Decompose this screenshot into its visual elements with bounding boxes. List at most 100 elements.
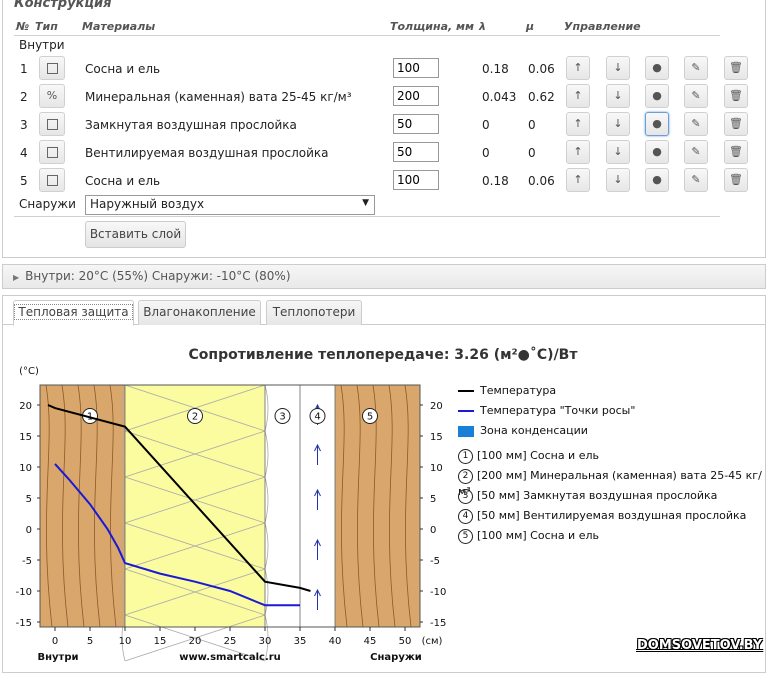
layer-type-button[interactable]: [39, 112, 65, 136]
legend-condensation-swatch: [458, 425, 474, 437]
pencil-icon: ✎: [691, 89, 701, 102]
tab-label: Тепловая защита: [14, 304, 133, 320]
move-up-button[interactable]: ↑: [566, 140, 590, 164]
legend-layer-text: [100 мм] Сосна и ель: [477, 529, 599, 542]
layer-type-button[interactable]: [39, 140, 65, 164]
dot-icon: ●: [652, 89, 662, 102]
tab-moisture[interactable]: Влагонакопление: [138, 300, 261, 325]
lambda-value: 0: [482, 146, 490, 160]
conditions-text: Внутри: 20°C (55%) Снаружи: -10°C (80%): [25, 269, 291, 283]
layer-type-button[interactable]: [39, 56, 65, 80]
material-name: Вентилируемая воздушная прослойка: [85, 146, 329, 160]
move-up-button[interactable]: ↑: [566, 168, 590, 192]
point-button[interactable]: ●: [645, 84, 669, 108]
material-name: Замкнутая воздушная прослойка: [85, 118, 297, 132]
trash-icon: 🗑: [729, 117, 743, 130]
trash-icon: 🗑: [729, 145, 743, 158]
move-down-button[interactable]: ↓: [606, 56, 630, 80]
trash-icon: 🗑: [729, 61, 743, 74]
layer-type-button[interactable]: %: [39, 84, 65, 108]
edit-button[interactable]: ✎: [684, 168, 708, 192]
legend-layer-4: 4 [50 мм] Вентилируемая воздушная прослой…: [458, 508, 746, 524]
conditions-bar[interactable]: ▶ Внутри: 20°C (55%) Снаружи: -10°C (80%): [2, 264, 766, 289]
arrow-up-icon: ↑: [573, 145, 583, 158]
material-name: Сосна и ель: [85, 174, 161, 188]
arrow-up-icon: ↑: [573, 61, 583, 74]
delete-button[interactable]: 🗑: [724, 84, 748, 108]
pencil-icon: ✎: [691, 173, 701, 186]
layer-type-button[interactable]: [39, 168, 65, 192]
tab-label: Теплопотери: [272, 305, 356, 319]
delete-button[interactable]: 🗑: [724, 140, 748, 164]
inside-label: Внутри: [19, 38, 65, 52]
arrow-down-icon: ↓: [613, 117, 623, 130]
tab-heat-loss[interactable]: Теплопотери: [266, 300, 362, 325]
layer-number-circle: 3: [458, 488, 473, 504]
point-button[interactable]: ●: [645, 168, 669, 192]
legend-layer-text: [50 мм] Замкнутая воздушная прослойка: [477, 489, 718, 502]
move-down-button[interactable]: ↓: [606, 140, 630, 164]
point-button[interactable]: ●: [645, 140, 669, 164]
arrow-down-icon: ↓: [613, 61, 623, 74]
expand-triangle-icon: ▶: [13, 273, 20, 282]
tab-thermal-protection[interactable]: Тепловая защита: [13, 300, 134, 326]
pencil-icon: ✎: [691, 117, 701, 130]
lambda-value: 0.043: [482, 90, 517, 104]
move-down-button[interactable]: ↓: [606, 112, 630, 136]
square-icon: [46, 147, 58, 158]
trash-icon: 🗑: [729, 89, 743, 102]
mu-value: 0.06: [528, 62, 555, 76]
move-up-button[interactable]: ↑: [566, 84, 590, 108]
square-icon: [46, 175, 58, 186]
mu-value: 0.62: [528, 90, 555, 104]
arrow-up-icon: ↑: [573, 173, 583, 186]
legend-temperature-label: Температура: [480, 384, 557, 397]
pencil-icon: ✎: [691, 61, 701, 74]
tab-label: Влагонакопление: [143, 305, 256, 319]
legend-condensation: Зона конденсации: [458, 423, 588, 439]
layer-number-circle: 2: [458, 468, 473, 484]
thickness-input[interactable]: [393, 58, 439, 78]
edit-button[interactable]: ✎: [684, 140, 708, 164]
edit-button[interactable]: ✎: [684, 112, 708, 136]
header-divider: [14, 35, 720, 36]
chart-title: Сопротивление теплопередаче: 3.26 (м²●˚С…: [188, 347, 578, 363]
thickness-input[interactable]: [393, 142, 439, 162]
insert-layer-button[interactable]: Вставить слой: [85, 221, 186, 248]
thickness-input[interactable]: [393, 86, 439, 106]
row-number: 1: [20, 62, 28, 76]
lambda-value: 0.18: [482, 174, 509, 188]
header-thickness: Толщина, мм: [390, 20, 474, 33]
percent-icon: %: [46, 89, 58, 102]
arrow-up-icon: ↑: [573, 117, 583, 130]
material-name: Сосна и ель: [85, 62, 161, 76]
legend-dewpoint: Температура "Точки росы": [458, 403, 635, 419]
move-down-button[interactable]: ↓: [606, 84, 630, 108]
lambda-value: 0: [482, 118, 490, 132]
point-button[interactable]: ●: [645, 56, 669, 80]
row-number: 4: [20, 146, 28, 160]
chevron-down-icon: ▼: [362, 198, 369, 208]
arrow-down-icon: ↓: [613, 145, 623, 158]
move-up-button[interactable]: ↑: [566, 56, 590, 80]
point-button[interactable]: ●: [645, 112, 669, 136]
header-control: Управление: [564, 20, 641, 33]
legend-layer-1: 1 [100 мм] Сосна и ель: [458, 448, 599, 464]
legend-layer-3: 3 [50 мм] Замкнутая воздушная прослойка: [458, 488, 717, 504]
dot-icon: ●: [652, 145, 662, 158]
layer-number-circle: 5: [458, 528, 473, 544]
outside-select[interactable]: Наружный воздух ▼: [85, 195, 375, 215]
header-num: №: [16, 20, 30, 33]
move-down-button[interactable]: ↓: [606, 168, 630, 192]
header-mu: μ: [526, 20, 535, 33]
delete-button[interactable]: 🗑: [724, 168, 748, 192]
legend-condensation-label: Зона конденсации: [480, 424, 588, 437]
move-up-button[interactable]: ↑: [566, 112, 590, 136]
dot-icon: ●: [652, 117, 662, 130]
thickness-input[interactable]: [393, 170, 439, 190]
delete-button[interactable]: 🗑: [724, 56, 748, 80]
edit-button[interactable]: ✎: [684, 56, 708, 80]
edit-button[interactable]: ✎: [684, 84, 708, 108]
delete-button[interactable]: 🗑: [724, 112, 748, 136]
thickness-input[interactable]: [393, 114, 439, 134]
